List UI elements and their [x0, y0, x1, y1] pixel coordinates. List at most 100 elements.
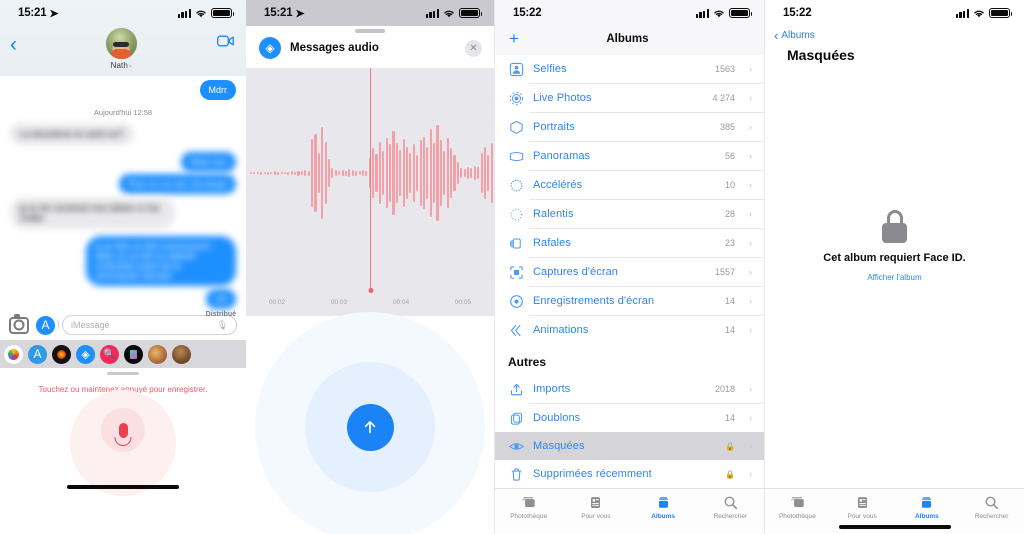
- tick-label: 00:05: [454, 299, 472, 306]
- page-title: Messages audio: [290, 42, 379, 54]
- photo-library-icon: [521, 494, 536, 510]
- album-row-imports[interactable]: Imports 2018 ›: [495, 375, 764, 403]
- album-row-portraits[interactable]: Portraits 385 ›: [495, 113, 764, 141]
- photo-thumbnail-1-icon[interactable]: [148, 344, 167, 364]
- tab-phototh-que[interactable]: Photothèque: [495, 494, 562, 520]
- album-row-supprim-es-r-cemment[interactable]: Supprimées récemment 🔒 ›: [495, 460, 764, 488]
- message-bubble-outgoing[interactable]: Ok: [206, 289, 236, 309]
- album-label: Enregistrements d'écran: [533, 295, 655, 307]
- album-row-selfies[interactable]: Selfies 1563 ›: [495, 55, 764, 83]
- album-label: Accélérés: [533, 179, 583, 191]
- album-row-panoramas[interactable]: Panoramas 56 ›: [495, 142, 764, 170]
- image-search-app-icon[interactable]: 🔍: [100, 344, 119, 364]
- show-album-link[interactable]: Afficher l'album: [867, 273, 921, 282]
- album-other-list[interactable]: Imports 2018 › Doublons 14 › Masquées 🔒 › Supprim…: [495, 375, 764, 488]
- bursts-icon: [508, 235, 524, 251]
- microphone-icon[interactable]: 🎙: [217, 320, 228, 331]
- contact-header[interactable]: Nath›: [105, 28, 137, 70]
- photos-app-icon[interactable]: [4, 344, 23, 364]
- message-thread[interactable]: Mdrr Aujourd'hui 12:58 La deuxième en ao…: [0, 80, 246, 318]
- tab-pour-vous[interactable]: Pour vous: [830, 494, 895, 520]
- message-bubble-outgoing[interactable]: Mais non: [181, 152, 236, 172]
- message-bubble-outgoing[interactable]: Plus on va voir ma loupe: [119, 174, 236, 194]
- message-bubble-outgoing[interactable]: Mdrr: [199, 80, 236, 100]
- message-bubble-outgoing[interactable]: A ce titre on été nnnnnooonn. Mais on se…: [86, 236, 236, 286]
- albums-icon: [919, 494, 934, 510]
- album-label: Ralentis: [533, 208, 574, 220]
- album-row-enregistrements-d-cran[interactable]: Enregistrements d'écran 14 ›: [495, 287, 764, 315]
- album-type-list[interactable]: Selfies 1563 › Live Photos 4 274 › Portraits 38…: [495, 55, 764, 344]
- tab-label: Pour vous: [847, 513, 877, 520]
- app-store-icon[interactable]: A: [36, 315, 59, 335]
- album-row-doublons[interactable]: Doublons 14 ›: [495, 404, 764, 432]
- album-row-rafales[interactable]: Rafales 23 ›: [495, 229, 764, 257]
- timelapse-icon: [508, 177, 524, 193]
- app-drawer[interactable]: A ◈ 🔍: [0, 340, 246, 368]
- photo-thumbnail-2-icon[interactable]: [172, 344, 191, 364]
- album-label: Portraits: [533, 121, 575, 133]
- albums-panel: 15:22 + Albums Selfies 1563 › Live Photos 4 …: [494, 0, 764, 534]
- dark-note-app-icon[interactable]: [124, 344, 143, 364]
- audio-messages-app-icon[interactable]: ◈: [76, 344, 95, 364]
- sheet-grabber[interactable]: [107, 372, 139, 375]
- chevron-right-icon: ›: [749, 64, 752, 74]
- tab-label: Photothèque: [510, 513, 548, 520]
- timeline-ticks: 00:02 00:03 00:04 00:05: [246, 299, 494, 306]
- album-count: 14: [724, 325, 735, 335]
- chevron-right-icon: ›: [749, 238, 752, 248]
- plus-icon[interactable]: +: [509, 30, 519, 47]
- album-count: 1563: [714, 64, 735, 74]
- search-icon: [723, 494, 738, 510]
- tab-bar[interactable]: Photothèque Pour vous Albums Rechercher: [495, 488, 764, 534]
- album-count: 1557: [714, 267, 735, 277]
- microphone-record-icon: [118, 422, 128, 438]
- album-row-live-photos[interactable]: Live Photos 4 274 ›: [495, 84, 764, 112]
- app-store-app-icon[interactable]: A: [28, 344, 47, 364]
- avatar[interactable]: [105, 28, 137, 59]
- record-button[interactable]: [101, 408, 145, 452]
- duplicates-icon: [508, 410, 524, 426]
- cellular-signal-icon: [695, 8, 709, 18]
- message-bubble-incoming[interactable]: La deuxième en août oui?: [10, 123, 134, 145]
- section-header-others: Autres: [508, 355, 547, 369]
- album-row-ralentis[interactable]: Ralentis 28 ›: [495, 200, 764, 228]
- screenshots-icon: [508, 264, 524, 280]
- padlock-icon: [882, 210, 907, 243]
- tab-rechercher[interactable]: Rechercher: [697, 494, 764, 520]
- chevron-right-icon: ›: [749, 441, 752, 451]
- close-icon[interactable]: ✕: [465, 39, 482, 57]
- messages-header: 15:21 ➤ ‹ Nath›: [0, 0, 246, 76]
- back-button[interactable]: ‹ Albums: [765, 26, 1024, 42]
- album-row-acc-l-r-s[interactable]: Accélérés 10 ›: [495, 171, 764, 199]
- music-app-icon[interactable]: [52, 344, 71, 364]
- album-row-masqu-es[interactable]: Masquées 🔒 ›: [495, 432, 764, 460]
- hidden-album-panel: 15:22 ‹ Albums Masquées Cet album requie…: [764, 0, 1024, 534]
- waveform-area[interactable]: 00:02 00:03 00:04 00:05: [246, 68, 494, 316]
- chevron-right-icon: ›: [749, 469, 752, 479]
- playhead[interactable]: [370, 68, 372, 290]
- audio-messages-panel: 15:21 ➤ ◈ Messages audio ✕ 00:02 00:03 0…: [246, 0, 494, 534]
- tab-phototh-que[interactable]: Photothèque: [765, 494, 830, 520]
- album-row-captures-d-cran[interactable]: Captures d'écran 1557 ›: [495, 258, 764, 286]
- video-camera-icon[interactable]: [217, 34, 234, 52]
- chevron-right-icon: ›: [749, 384, 752, 394]
- status-bar: 15:22: [495, 0, 764, 26]
- album-row-animations[interactable]: Animations 14 ›: [495, 316, 764, 344]
- tab-albums[interactable]: Albums: [630, 494, 697, 520]
- tab-albums[interactable]: Albums: [895, 494, 960, 520]
- search-input[interactable]: iMessage 🎙: [62, 315, 237, 335]
- albums-icon: [656, 494, 671, 510]
- message-bubble-incoming[interactable]: je te dis vendredi mes bébés si t'as d'i…: [10, 197, 175, 229]
- tab-pour-vous[interactable]: Pour vous: [562, 494, 629, 520]
- tab-label: Rechercher: [974, 513, 1009, 520]
- album-count: 28: [724, 209, 735, 219]
- send-button[interactable]: [346, 403, 394, 451]
- tick-label: 00:04: [392, 299, 410, 306]
- back-button[interactable]: ‹: [10, 34, 17, 55]
- status-left: 15:22: [513, 7, 542, 19]
- album-label: Masquées: [533, 440, 585, 452]
- tab-rechercher[interactable]: Rechercher: [959, 494, 1024, 520]
- wifi-icon: [713, 9, 725, 18]
- sheet-grabber[interactable]: [355, 29, 385, 33]
- camera-icon[interactable]: [9, 313, 29, 334]
